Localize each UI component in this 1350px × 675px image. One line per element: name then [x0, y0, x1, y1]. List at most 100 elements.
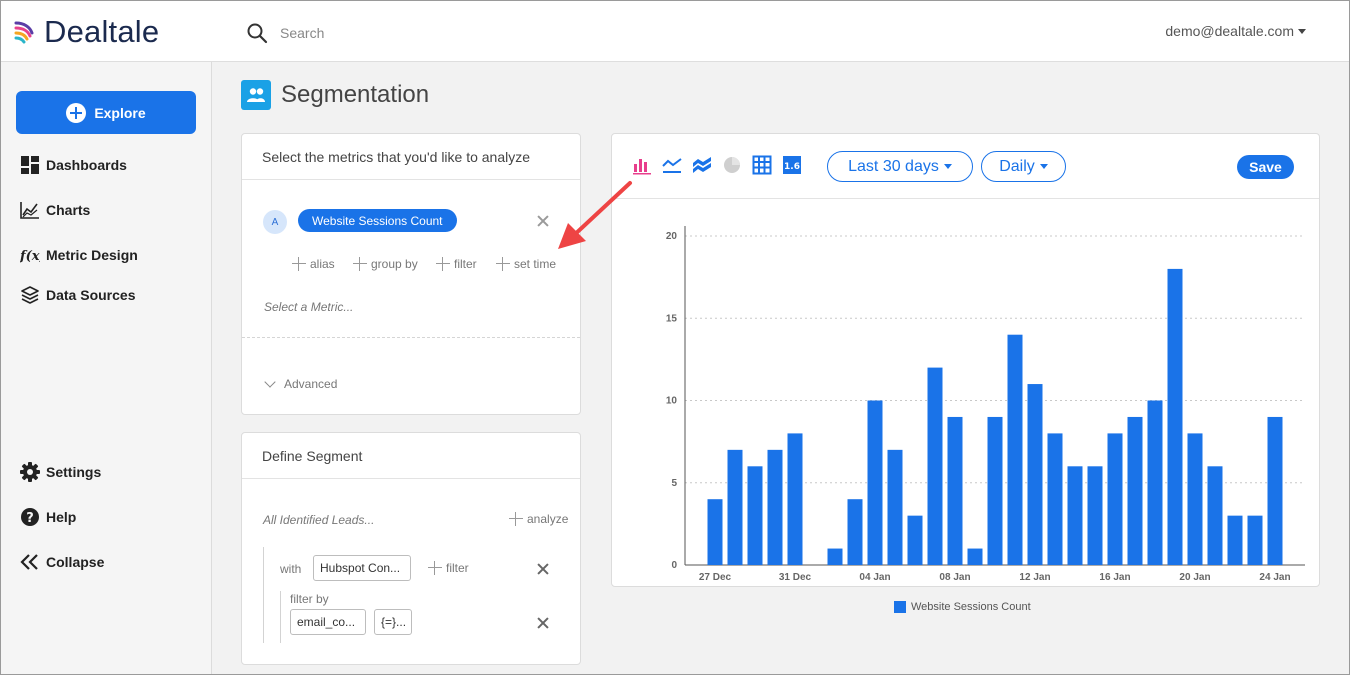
area-chart-icon[interactable]	[692, 155, 712, 175]
user-menu[interactable]: demo@dealtale.com	[1165, 23, 1306, 39]
select-metric-input[interactable]: Select a Metric...	[264, 300, 353, 314]
sidebar: Explore Dashboards Charts f(x) Metric De…	[0, 62, 212, 675]
annotation-arrow	[558, 181, 632, 249]
option-label: set time	[514, 257, 557, 271]
bar	[747, 466, 763, 565]
y-tick-label: 10	[666, 396, 678, 407]
dealtale-logo-icon	[14, 21, 34, 44]
x-tick-label: 20 Jan	[1179, 572, 1210, 583]
metrics-card: Select the metrics that you'd like to an…	[241, 133, 581, 415]
segment-tree-line	[263, 547, 264, 643]
x-tick-label: 04 Jan	[859, 572, 890, 583]
filter-label: filter	[446, 561, 469, 575]
explore-label: Explore	[94, 104, 146, 121]
caret-down-icon	[1298, 28, 1306, 34]
add-group-by-button[interactable]: group by	[353, 257, 418, 271]
line-chart-icon[interactable]	[662, 155, 682, 175]
with-label: with	[280, 562, 302, 576]
search-icon[interactable]	[246, 22, 268, 44]
explore-button[interactable]: Explore	[16, 91, 196, 134]
sidebar-item-label: Data Sources	[46, 287, 136, 303]
bar	[827, 548, 843, 565]
sidebar-item-charts[interactable]: Charts	[20, 200, 90, 220]
remove-filter-icon[interactable]	[537, 617, 549, 629]
plus-icon	[353, 257, 367, 271]
y-tick-label: 0	[671, 560, 677, 571]
search-input[interactable]	[280, 21, 580, 45]
add-alias-button[interactable]: alias	[292, 257, 335, 271]
remove-metric-icon[interactable]	[537, 215, 549, 227]
plus-icon	[509, 512, 523, 526]
segment-leads-select[interactable]: All Identified Leads...	[263, 513, 374, 527]
analyze-label: analyze	[527, 512, 569, 526]
plus-circle-icon	[66, 102, 87, 123]
remove-source-icon[interactable]	[537, 563, 549, 575]
sidebar-item-help[interactable]: ? Help	[20, 507, 76, 527]
number-icon[interactable]: 1.6	[782, 155, 802, 175]
bar-chart-icon[interactable]	[632, 155, 652, 175]
sidebar-item-dashboards[interactable]: Dashboards	[20, 155, 127, 175]
advanced-label: Advanced	[284, 377, 338, 391]
filter-tree-line	[280, 591, 281, 643]
sidebar-item-metric-design[interactable]: f(x) Metric Design	[20, 245, 138, 265]
date-range-label: Last 30 days	[848, 157, 939, 175]
dashboard-grid-icon	[20, 155, 40, 175]
x-tick-label: 08 Jan	[939, 572, 970, 583]
metric-badge: A	[263, 210, 287, 234]
save-button[interactable]: Save	[1237, 155, 1294, 179]
plus-icon	[496, 257, 510, 271]
svg-text:?: ?	[26, 511, 34, 526]
plus-icon	[428, 561, 442, 575]
advanced-toggle[interactable]: Advanced	[264, 376, 338, 391]
pie-chart-icon[interactable]	[722, 155, 742, 175]
legend-swatch	[894, 601, 906, 613]
sidebar-item-settings[interactable]: Settings	[20, 462, 101, 482]
add-set-time-button[interactable]: set time	[496, 257, 556, 271]
plus-icon	[436, 257, 450, 271]
bar	[1167, 268, 1183, 565]
bar	[887, 449, 903, 565]
field-select[interactable]: email_co...	[290, 609, 366, 635]
bar	[1027, 384, 1043, 565]
function-icon: f(x)	[20, 245, 40, 265]
table-icon[interactable]	[752, 155, 772, 175]
legend-label: Website Sessions Count	[911, 601, 1031, 613]
chart-legend[interactable]: Website Sessions Count	[894, 601, 1031, 613]
source-select[interactable]: Hubspot Con...	[313, 555, 411, 581]
add-segment-filter-button[interactable]: filter	[428, 561, 469, 575]
sidebar-item-label: Settings	[46, 464, 102, 480]
sidebar-item-label: Charts	[46, 202, 91, 218]
operator-select[interactable]: {=}...	[374, 609, 412, 635]
bar	[1107, 433, 1123, 565]
analyze-button[interactable]: analyze	[509, 512, 568, 526]
top-bar: Dealtale demo@dealtale.com	[0, 0, 1350, 62]
gear-icon	[20, 462, 40, 482]
y-tick-label: 15	[666, 313, 678, 324]
app-logo[interactable]: Dealtale	[14, 14, 159, 50]
app-name: Dealtale	[44, 14, 160, 49]
y-tick-label: 5	[671, 478, 677, 489]
date-range-dropdown[interactable]: Last 30 days	[827, 151, 973, 182]
divider	[242, 337, 580, 338]
option-label: filter	[454, 257, 477, 271]
sidebar-item-collapse[interactable]: Collapse	[20, 552, 104, 572]
metric-pill[interactable]: Website Sessions Count	[298, 209, 457, 232]
bar	[767, 449, 783, 565]
page-header: Segmentation	[241, 80, 429, 110]
sidebar-item-label: Dashboards	[46, 157, 127, 173]
sidebar-item-data-sources[interactable]: Data Sources	[20, 285, 135, 305]
number-icon-text: 1.6	[784, 162, 800, 172]
bar	[947, 416, 963, 565]
bar	[987, 416, 1003, 565]
interval-dropdown[interactable]: Daily	[981, 151, 1066, 182]
x-tick-label: 12 Jan	[1019, 572, 1050, 583]
user-email: demo@dealtale.com	[1165, 23, 1294, 39]
sidebar-item-label: Help	[46, 509, 77, 525]
chevron-down-icon	[264, 376, 276, 388]
segment-card: Define Segment All Identified Leads... a…	[241, 432, 581, 665]
bar	[847, 499, 863, 565]
people-icon	[241, 80, 271, 110]
caret-down-icon	[943, 164, 952, 169]
option-label: alias	[310, 257, 335, 271]
add-filter-button[interactable]: filter	[436, 257, 477, 271]
